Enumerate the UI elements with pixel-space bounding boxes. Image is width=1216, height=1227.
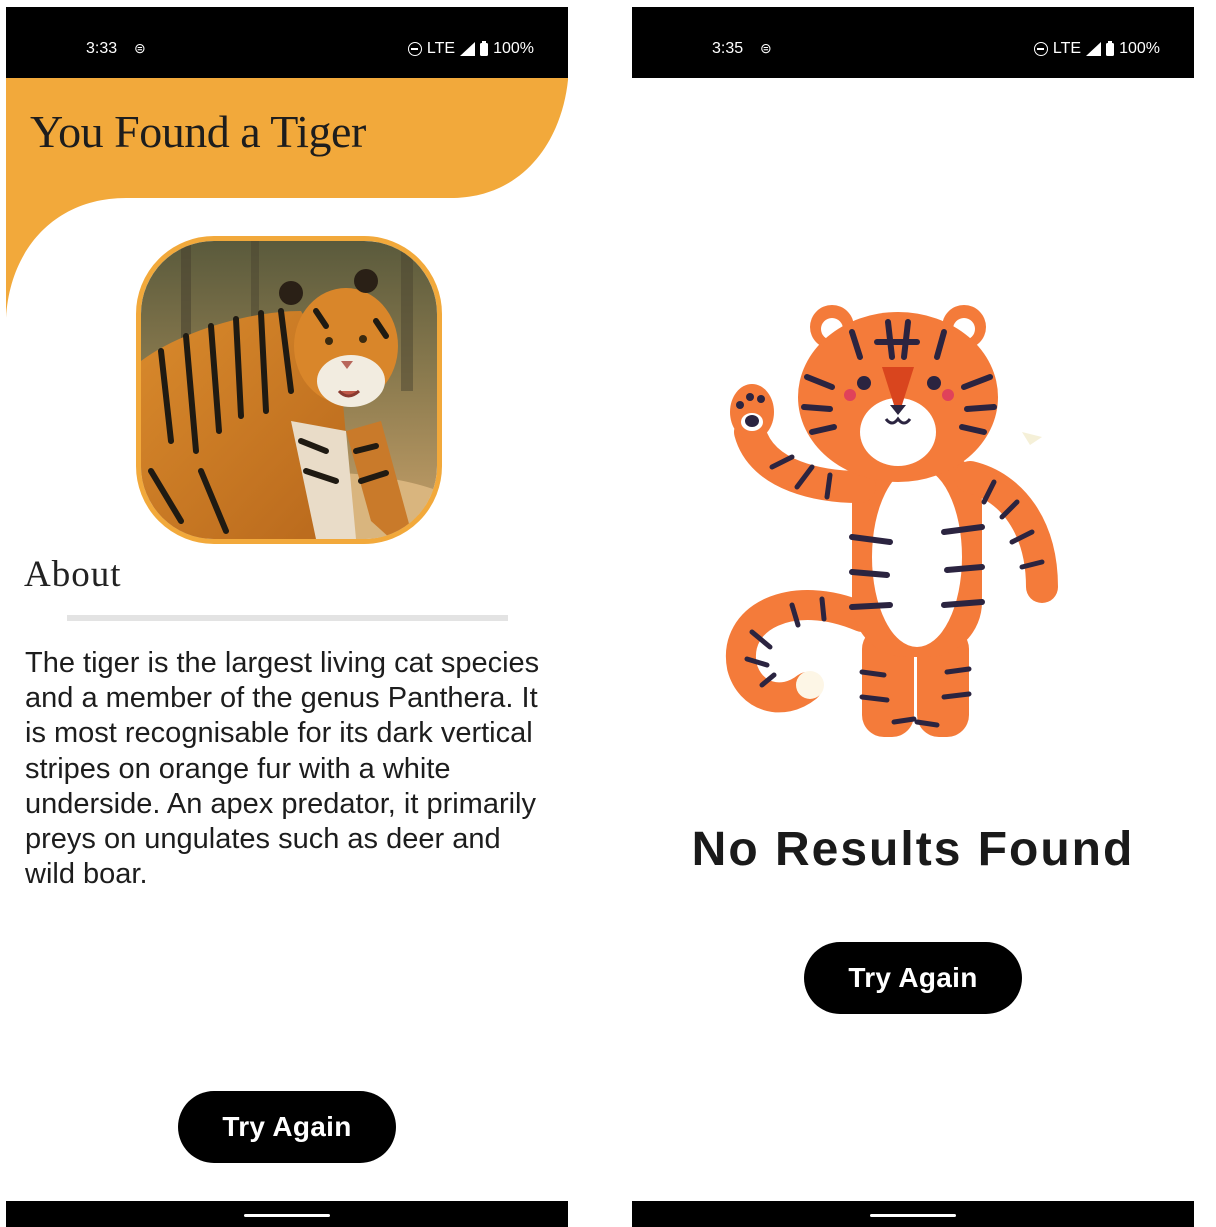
try-again-button[interactable]: Try Again	[804, 942, 1022, 1014]
tiger-photo-image	[141, 241, 437, 539]
about-heading: About	[24, 554, 122, 595]
page-title: You Found a Tiger	[30, 106, 366, 157]
sync-icon: ⊜	[134, 40, 146, 56]
status-icons: LTE 100%	[407, 40, 534, 58]
status-bar: 3:33 ⊜ LTE 100%	[6, 7, 568, 78]
battery-level: 100%	[1119, 40, 1160, 57]
navigation-bar	[6, 1201, 568, 1227]
no-results-message: No Results Found	[691, 823, 1135, 876]
status-bar: 3:35 ⊜ LTE 100%	[632, 7, 1194, 78]
home-handle[interactable]	[870, 1214, 956, 1217]
no-results-screen: 3:35 ⊜ LTE 100% No Results Found Try Aga…	[632, 7, 1194, 1227]
network-type: LTE	[1052, 40, 1082, 57]
try-again-button[interactable]: Try Again	[178, 1091, 396, 1163]
network-type: LTE	[426, 40, 456, 57]
status-time: 3:33	[86, 40, 118, 57]
battery-level: 100%	[493, 40, 534, 57]
status-icons: LTE 100%	[1033, 40, 1160, 58]
battery-icon	[1106, 40, 1115, 56]
signal-icon	[460, 42, 476, 56]
sync-icon: ⊜	[760, 40, 772, 56]
home-handle[interactable]	[244, 1214, 330, 1217]
cartoon-tiger-illustration	[725, 305, 1058, 737]
divider	[67, 615, 508, 621]
do-not-disturb-icon	[1033, 42, 1048, 56]
navigation-bar	[632, 1201, 1194, 1227]
do-not-disturb-icon	[407, 42, 422, 56]
about-description: The tiger is the largest living cat spec…	[25, 647, 540, 891]
signal-icon	[1086, 42, 1102, 56]
status-time: 3:35	[712, 40, 744, 57]
battery-icon	[480, 40, 489, 56]
result-found-screen: 3:33 ⊜ LTE 100% You Found a Tiger About …	[6, 7, 568, 1227]
tiger-photo	[136, 236, 442, 544]
